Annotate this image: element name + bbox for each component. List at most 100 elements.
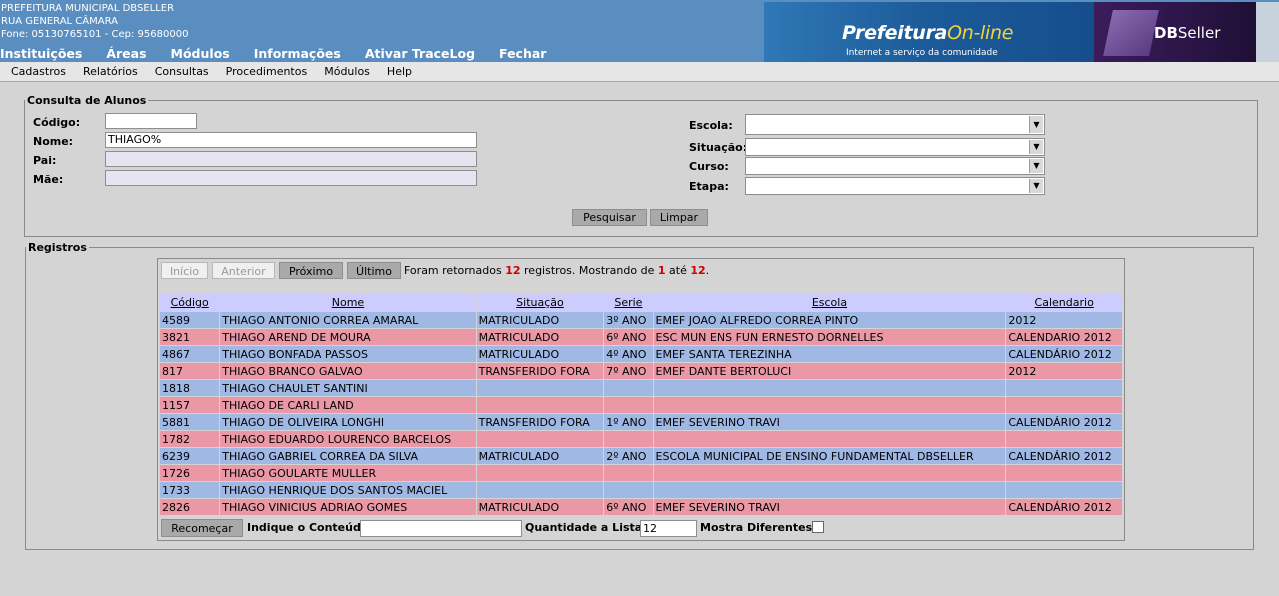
cell-calendario [1006,397,1122,413]
cell-nome: THIAGO BONFADA PASSOS [220,346,476,362]
codigo-input[interactable] [105,113,197,129]
cell-escola: EMEF JOAO ALFREDO CORREA PINTO [653,312,1006,328]
table-row[interactable]: 4867 THIAGO BONFADA PASSOS MATRICULADO 4º A… [160,346,1122,362]
indique-label: Indique o Conteúdo: [247,521,373,534]
cell-situacao: MATRICULADO [476,329,604,345]
cell-codigo: 1818 [160,380,220,396]
cell-escola [653,465,1006,481]
cell-nome: THIAGO GOULARTE MULLER [220,465,476,481]
pai-label: Pai: [33,154,57,167]
cell-codigo: 1733 [160,482,220,498]
cell-calendario: CALENDÁRIO 2012 [1006,448,1122,464]
nav-proximo-button[interactable]: Próximo [279,262,343,279]
quantidade-label: Quantidade a Listar: [525,521,653,534]
cell-situacao: MATRICULADO [476,448,604,464]
cell-nome: THIAGO DE CARLI LAND [220,397,476,413]
situacao-select[interactable]: ▼ [745,138,1045,156]
top-menu-fechar[interactable]: Fechar [499,46,546,62]
nav-ultimo-button[interactable]: Último [347,262,401,279]
situacao-dropdown-arrow-icon[interactable]: ▼ [1029,140,1043,154]
table-row[interactable]: 3821 THIAGO AREND DE MOURA MATRICULADO 6º A… [160,329,1122,345]
col-header-codigo[interactable]: Código [160,294,220,311]
top-menu-ativar-tracelog[interactable]: Ativar TraceLog [365,46,475,62]
cell-calendario [1006,380,1122,396]
top-menu-areas[interactable]: Áreas [106,46,146,62]
org-contact: Fone: 05130765101 - Cep: 95680000 [1,29,189,40]
nav-inicio-button[interactable]: Início [161,262,208,279]
header-right-edge [1256,2,1279,62]
limpar-button[interactable]: Limpar [650,209,708,226]
pai-input[interactable] [105,151,477,167]
escola-dropdown-arrow-icon[interactable]: ▼ [1029,116,1043,133]
menu-modulos[interactable]: Módulos [324,62,370,81]
cell-codigo: 4589 [160,312,220,328]
menu-procedimentos[interactable]: Procedimentos [226,62,308,81]
nome-label: Nome: [33,135,74,148]
table-row[interactable]: 2826 THIAGO VINICIUS ADRIAO GOMES MATRICUL… [160,499,1122,515]
cell-situacao: MATRICULADO [476,346,604,362]
table-row[interactable]: 1157 THIAGO DE CARLI LAND [160,397,1122,413]
recomecar-button[interactable]: Recomeçar [161,519,243,537]
cell-nome: THIAGO DE OLIVEIRA LONGHI [220,414,476,430]
mae-input[interactable] [105,170,477,186]
etapa-label: Etapa: [689,180,729,193]
summary-to: 12 [690,264,706,277]
menu-consultas[interactable]: Consultas [155,62,209,81]
cell-nome: THIAGO EDUARDO LOURENCO BARCELOS [220,431,476,447]
col-header-calendario[interactable]: Calendario [1006,294,1122,311]
table-header-row: Código Nome Situação Serie Escola Calend… [160,294,1122,311]
curso-dropdown-arrow-icon[interactable]: ▼ [1029,159,1043,173]
table-row[interactable]: 1733 THIAGO HENRIQUE DOS SANTOS MACIEL [160,482,1122,498]
nav-anterior-button[interactable]: Anterior [212,262,275,279]
table-row[interactable]: 1782 THIAGO EDUARDO LOURENCO BARCELOS [160,431,1122,447]
col-header-situacao[interactable]: Situação [476,294,604,311]
table-row[interactable]: 5881 THIAGO DE OLIVEIRA LONGHI TRANSFERIDO… [160,414,1122,430]
cell-codigo: 6239 [160,448,220,464]
cell-calendario: CALENDARIO 2012 [1006,329,1122,345]
table-row[interactable]: 1726 THIAGO GOULARTE MULLER [160,465,1122,481]
cell-serie [604,380,653,396]
col-header-nome[interactable]: Nome [220,294,476,311]
menu-help[interactable]: Help [387,62,412,81]
curso-label: Curso: [689,160,729,173]
curso-select[interactable]: ▼ [745,157,1045,175]
cell-serie: 6º ANO [604,329,653,345]
cell-situacao: MATRICULADO [476,499,604,515]
table-row[interactable]: 1818 THIAGO CHAULET SANTINI [160,380,1122,396]
table-row[interactable]: 6239 THIAGO GABRIEL CORREA DA SILVA MATRIC… [160,448,1122,464]
app-header: PREFEITURA MUNICIPAL DBSELLER RUA GENERA… [0,0,1279,62]
col-header-escola[interactable]: Escola [653,294,1006,311]
top-menu-modulos[interactable]: Módulos [171,46,230,62]
summary-ate: até [665,264,691,277]
top-menu-instituicoes[interactable]: Instituições [0,46,82,62]
pesquisar-button[interactable]: Pesquisar [572,209,647,226]
menu-relatorios[interactable]: Relatórios [83,62,138,81]
results-grid-box: Início Anterior Próximo Último Foram ret… [157,258,1125,541]
banner-title-main: Prefeitura [842,22,948,44]
banner-title: PrefeituraOn-line [842,22,1013,44]
mostra-diferentes-checkbox[interactable] [812,521,824,533]
nome-input[interactable] [105,132,477,148]
cell-codigo: 5881 [160,414,220,430]
cell-situacao [476,482,604,498]
etapa-dropdown-arrow-icon[interactable]: ▼ [1029,179,1043,193]
indique-input[interactable] [360,520,522,537]
table-row[interactable]: 4589 THIAGO ANTONIO CORREA AMARAL MATRICUL… [160,312,1122,328]
cell-situacao [476,465,604,481]
cell-codigo: 817 [160,363,220,379]
logo-text-bold: DB [1154,24,1178,42]
mae-label: Mãe: [33,173,64,186]
dbseller-logo-icon [1103,10,1159,56]
top-menu-informacoes[interactable]: Informações [254,46,341,62]
quantidade-input[interactable] [640,520,697,537]
escola-select[interactable]: ▼ [745,114,1045,135]
cell-escola: ESCOLA MUNICIPAL DE ENSINO FUNDAMENTAL D… [653,448,1006,464]
cell-serie [604,431,653,447]
cell-calendario [1006,482,1122,498]
menu-cadastros[interactable]: Cadastros [11,62,66,81]
col-header-serie[interactable]: Serie [604,294,653,311]
etapa-select[interactable]: ▼ [745,177,1045,195]
cell-serie: 7º ANO [604,363,653,379]
table-row[interactable]: 817 THIAGO BRANCO GALVAO TRANSFERIDO FORA 7… [160,363,1122,379]
cell-situacao [476,397,604,413]
